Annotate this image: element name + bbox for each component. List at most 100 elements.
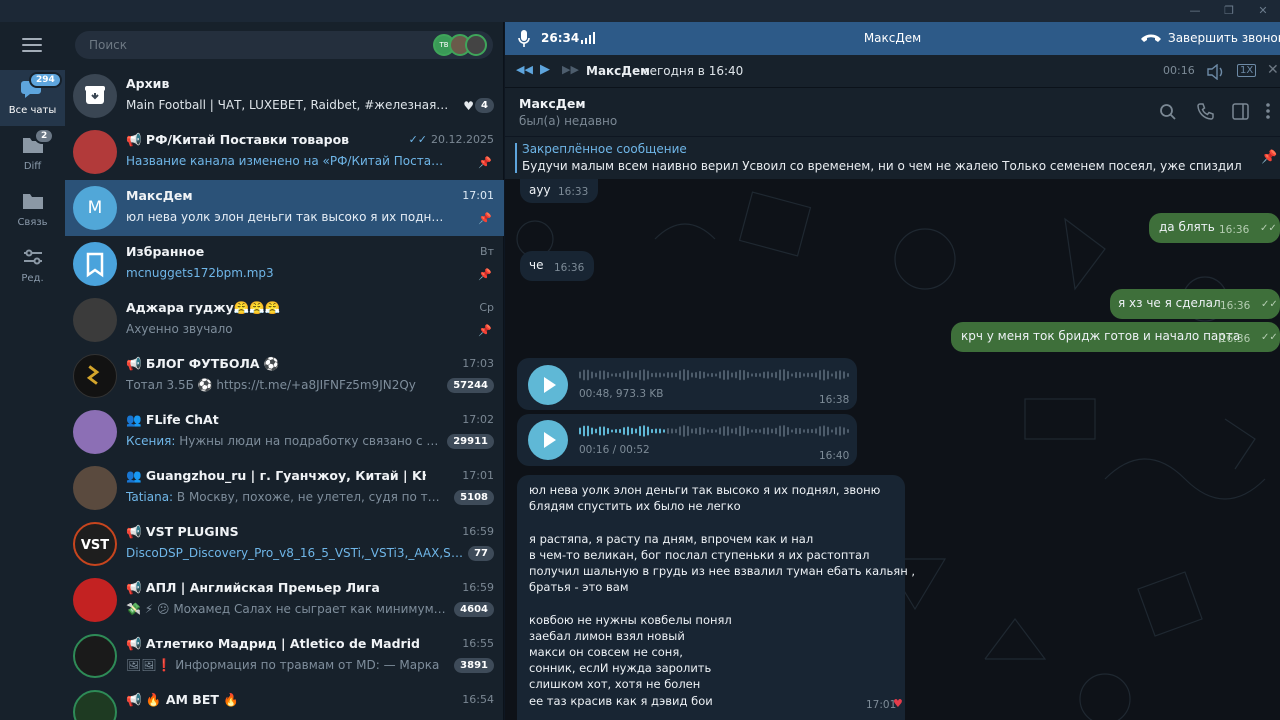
message-outgoing[interactable]: да блять 16:36 ✓✓ xyxy=(1149,213,1280,243)
voice-message[interactable]: 00:48, 973.3 KB 16:38 xyxy=(517,358,857,410)
message-outgoing[interactable]: крч у меня ток бридж готов и начало парт… xyxy=(951,322,1280,352)
message-text: ауу xyxy=(529,183,551,197)
menu-icon[interactable] xyxy=(22,38,42,54)
chat-row[interactable]: 📢 Атлетико Мадрид | Atletico de Madrid 1… xyxy=(65,628,504,684)
message-time: 16:38 xyxy=(819,394,850,406)
end-call-button[interactable]: Завершить звонок xyxy=(1140,22,1280,55)
message-incoming-long[interactable]: юл нева уолк элон деньги так высоко я их… xyxy=(517,475,915,720)
end-call-label: Завершить звонок xyxy=(1168,31,1280,45)
message-text: че xyxy=(529,258,544,272)
unread-badge: 5108 xyxy=(454,490,494,505)
waveform[interactable] xyxy=(579,368,849,382)
volume-icon[interactable] xyxy=(1207,64,1225,80)
chat-preview: DiscoDSP_Discovery_Pro_v8_16_5_VSTi,_VST… xyxy=(126,546,466,560)
previous-track-icon[interactable]: ◀◀ xyxy=(516,63,533,76)
close-window-button[interactable]: ✕ xyxy=(1246,0,1280,22)
message-area: ауу 16:33 да блять 16:36 ✓✓ че 16:36 я х… xyxy=(505,179,1280,720)
message-time: 16:36 xyxy=(554,262,585,274)
heart-reaction-icon[interactable]: ♥ xyxy=(893,697,903,710)
chat-row[interactable]: 📢 АПЛ | Английская Премьер Лига 16:59 💸 … xyxy=(65,572,504,628)
chat-time: 16:59 xyxy=(462,581,494,594)
unread-badge: 29911 xyxy=(447,434,494,449)
chat-row[interactable]: 📢 РФ/Китай Поставки товаров ✓✓ 20.12.2025… xyxy=(65,124,504,180)
read-ticks-icon: ✓✓ xyxy=(1261,332,1278,343)
chat-time: 17:01 xyxy=(462,189,494,202)
call-bar[interactable]: 26:34 МаксДем Завершить звонок xyxy=(505,22,1280,55)
minimize-button[interactable]: — xyxy=(1178,0,1212,22)
chat-row-saved[interactable]: Избранное Вт mcnuggets172bpm.mp3 📌 xyxy=(65,236,504,292)
unread-badge: 3891 xyxy=(454,658,494,673)
sidebar-toggle-icon[interactable] xyxy=(1232,103,1249,120)
voice-play-button[interactable] xyxy=(528,420,568,460)
chat-name: 📢 БЛОГ ФУТБОЛА ⚽ xyxy=(126,356,280,371)
chat-row[interactable]: 👥 Guangzhou_ru | г. Гуанчжоу, Китай | KH… xyxy=(65,460,504,516)
chat-name: 📢 АПЛ | Английская Премьер Лига xyxy=(126,580,380,595)
stories-strip[interactable]: ТВ xyxy=(433,34,489,56)
message-time: 16:36 xyxy=(1220,300,1251,312)
chat-time: 17:03 xyxy=(462,357,494,370)
chat-row[interactable]: 📢 БЛОГ ФУТБОЛА ⚽ 17:03 Тотал 3.5Б ⚽ http… xyxy=(65,348,504,404)
folder-icon xyxy=(23,194,43,209)
waveform[interactable] xyxy=(579,424,849,438)
message-line xyxy=(529,514,899,530)
message-incoming[interactable]: че 16:36 xyxy=(520,251,594,281)
chat-name: 👥 FLife ChAt xyxy=(126,412,219,427)
search-icon[interactable] xyxy=(1159,103,1177,121)
message-outgoing[interactable]: я хз че я сделал 16:36 ✓✓ xyxy=(1110,289,1280,319)
pin-icon: 📌 xyxy=(478,212,492,225)
folder-diff[interactable]: 2 Diff xyxy=(0,126,65,182)
message-time: 16:36 xyxy=(1219,224,1250,236)
restore-button[interactable]: ❐ xyxy=(1212,0,1246,22)
pinned-label: Закреплённое сообщение xyxy=(522,142,687,156)
close-player-icon[interactable]: ✕ xyxy=(1267,62,1279,78)
chat-row[interactable]: VST 📢 VST PLUGINS 16:59 DiscoDSP_Discove… xyxy=(65,516,504,572)
message-line: ее таз красив как я дэвид бои xyxy=(529,693,713,708)
chat-row-maksdem[interactable]: М МаксДем 17:01 юл нева уолк элон деньги… xyxy=(65,180,504,236)
story-avatar[interactable] xyxy=(465,34,487,56)
voice-meta: 00:16 / 00:52 xyxy=(579,444,650,456)
message-line: юл нева уолк элон деньги так высоко я их… xyxy=(529,483,881,497)
play-icon[interactable]: ▶ xyxy=(540,62,550,77)
message-line: в чем-то великан, бог послал ступеньки я… xyxy=(529,547,870,562)
header-name: МаксДем xyxy=(519,96,586,111)
message-text: крч у меня ток бридж готов и начало парт… xyxy=(961,329,1241,343)
search-input[interactable] xyxy=(89,31,429,59)
voice-play-button[interactable] xyxy=(528,365,568,405)
chat-row[interactable]: Аджара гуджу😤😤😤 Ср Ахуенно звучало 📌 xyxy=(65,292,504,348)
pinned-accent xyxy=(515,143,517,173)
folder-edit[interactable]: Ред. xyxy=(0,238,65,294)
unpin-icon[interactable]: 📌 xyxy=(1261,150,1277,165)
folder-svyaz[interactable]: Связь xyxy=(0,182,65,238)
search-box: ТВ xyxy=(75,31,493,59)
chat-time: 16:55 xyxy=(462,637,494,650)
chat-name: Аджара гуджу😤😤😤 xyxy=(126,300,281,315)
voice-meta: 00:48, 973.3 KB xyxy=(579,388,664,400)
phone-icon[interactable] xyxy=(1197,103,1214,120)
chat-header[interactable]: МаксДем был(а) недавно xyxy=(505,88,1280,136)
message-line: блядям спустить их было не легко xyxy=(529,499,741,514)
preview-text: В Москву, похоже, не улетел, судя по том… xyxy=(176,490,446,504)
archive-avatar xyxy=(73,74,117,118)
audio-player-bar: ◀◀ ▶ ▶▶ МаксДем сегодня в 16:40 00:16 1X… xyxy=(505,55,1280,88)
message-line: сонник, еслИ нужда заролить xyxy=(529,661,712,676)
chat-preview: Tatiana: В Москву, похоже, не улетел, су… xyxy=(126,490,446,504)
voice-message[interactable]: 00:16 / 00:52 16:40 xyxy=(517,414,857,466)
chat-row[interactable]: 📢 🔥 AM BET 🔥 16:54 xyxy=(65,684,504,720)
pinned-message-bar[interactable]: Закреплённое сообщение Будучи малым всем… xyxy=(505,136,1280,179)
chat-name: 📢 VST PLUGINS xyxy=(126,524,239,539)
folder-all-chats[interactable]: 294 Все чаты xyxy=(0,70,65,126)
chat-avatar: VST xyxy=(73,522,117,566)
chat-time: Ср xyxy=(479,301,494,314)
chat-time-text: 20.12.2025 xyxy=(431,133,494,146)
unread-badge: 4 xyxy=(475,98,494,113)
message-text: я хз че я сделал xyxy=(1118,296,1221,310)
next-track-icon[interactable]: ▶▶ xyxy=(562,63,579,76)
message-incoming[interactable]: ауу 16:33 xyxy=(520,179,598,203)
pin-icon: 📌 xyxy=(478,268,492,281)
playback-speed-button[interactable]: 1X xyxy=(1237,64,1257,77)
chat-avatar xyxy=(73,298,117,342)
chat-row[interactable]: 👥 FLife ChAt 17:02 Ксения: Нужны люди на… xyxy=(65,404,504,460)
more-options-icon[interactable] xyxy=(1265,102,1271,120)
chat-row-archive[interactable]: Архив Main Football | ЧАТ, LUXEBET, Raid… xyxy=(65,68,504,124)
chat-name: 📢 🔥 AM BET 🔥 xyxy=(126,692,239,707)
